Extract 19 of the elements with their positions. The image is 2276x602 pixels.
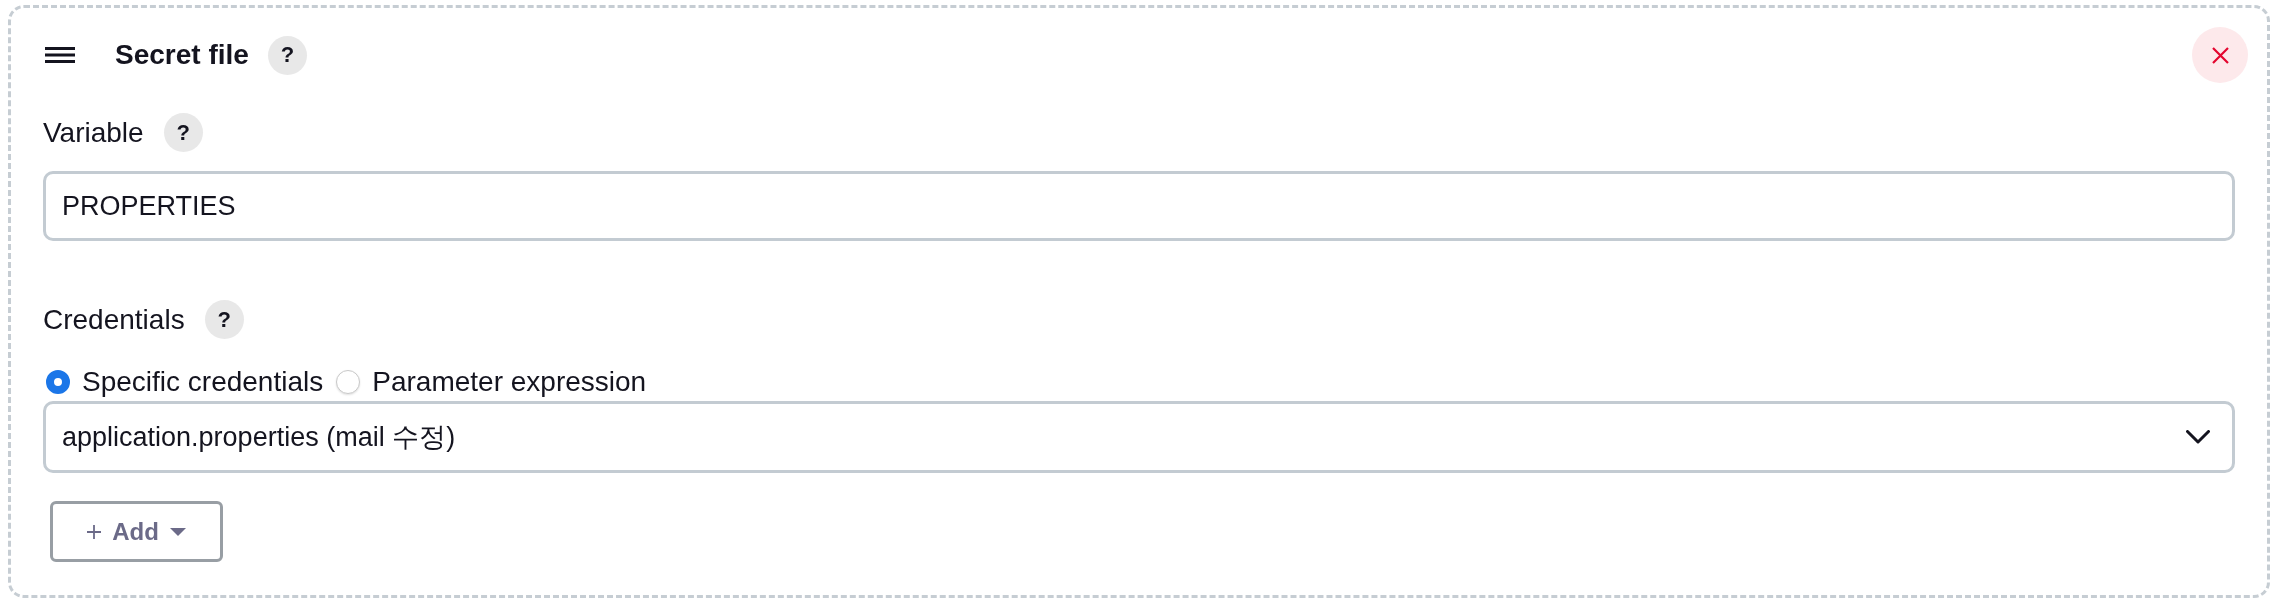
- add-button[interactable]: Add: [50, 501, 223, 562]
- close-icon: [2211, 46, 2229, 64]
- help-button[interactable]: ?: [163, 113, 203, 152]
- radio-label[interactable]: Specific credentials: [82, 365, 324, 399]
- credentials-dropdown[interactable]: application.properties (mail 수정): [43, 401, 2235, 473]
- menu-icon[interactable]: [45, 47, 75, 63]
- field-label: Credentials: [43, 302, 185, 337]
- close-button[interactable]: [2192, 27, 2248, 83]
- plus-icon: [87, 524, 102, 539]
- help-button[interactable]: ?: [204, 300, 244, 339]
- radio-button[interactable]: [46, 370, 70, 394]
- field-label: Variable: [43, 115, 144, 150]
- caret-down-icon: [169, 527, 186, 536]
- section-title: Secret file: [115, 38, 249, 72]
- help-button[interactable]: ?: [267, 35, 307, 75]
- text-input[interactable]: PROPERTIES: [43, 171, 2235, 241]
- radio-label[interactable]: Parameter expression: [372, 365, 647, 399]
- chevron-down-icon: [2186, 430, 2210, 444]
- radio-button[interactable]: [336, 370, 361, 394]
